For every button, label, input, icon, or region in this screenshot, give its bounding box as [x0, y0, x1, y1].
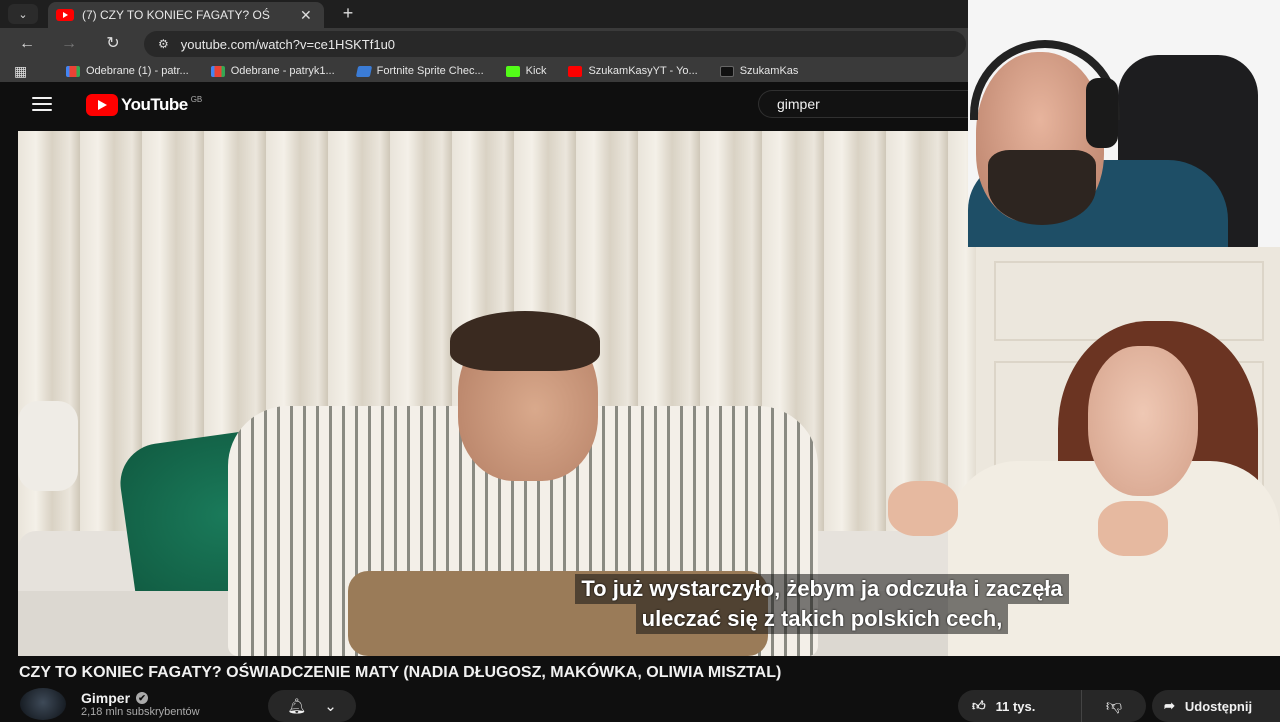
gmail-icon	[210, 65, 225, 77]
thumbs-down-icon: 👎︎	[1105, 697, 1123, 715]
youtube-icon	[568, 65, 583, 77]
video-scene-woman	[1088, 346, 1198, 496]
youtube-logo-icon	[86, 94, 118, 116]
address-bar[interactable]: ⚙ youtube.com/watch?v=ce1HSKTf1u0	[144, 31, 966, 57]
video-scene-woman	[1098, 501, 1168, 556]
bookmark-label: SzukamKas	[739, 65, 799, 77]
channel-avatar[interactable]	[20, 688, 66, 720]
share-button[interactable]: ➦ Udostępnij	[1152, 690, 1280, 722]
youtube-favicon-icon	[56, 9, 74, 21]
share-arrow-icon: ➦	[1164, 698, 1175, 713]
notification-bell-button[interactable]: 🔔︎ ⌄	[268, 690, 356, 722]
video-scene-woman	[888, 481, 958, 536]
gmail-icon	[66, 65, 80, 77]
headphones-cup	[1086, 78, 1118, 148]
browser-toolbar: ← → ↻ ⚙ youtube.com/watch?v=ce1HSKTf1u0	[0, 28, 968, 60]
thumbs-up-icon: 👍︎	[972, 698, 986, 713]
tab-search-chevron-icon[interactable]: ⌄	[8, 4, 38, 24]
tiktok-icon	[719, 65, 734, 77]
bookmarks-bar: ▦ Odebrane (1) - patr... Odebrane - patr…	[0, 60, 968, 82]
forward-arrow-icon[interactable]: →	[58, 34, 80, 56]
url-text[interactable]: youtube.com/watch?v=ce1HSKTf1u0	[181, 37, 395, 52]
youtube-logo[interactable]: YouTube GB	[86, 94, 202, 116]
bookmark-kick[interactable]: Kick	[505, 65, 547, 77]
chevron-down-icon: ⌄	[324, 698, 337, 715]
subtitle-line: uleczać się z takich polskich cech,	[635, 604, 1009, 634]
bookmark-fortnite[interactable]: Fortnite Sprite Chec...	[355, 65, 484, 77]
bookmark-gmail-2[interactable]: Odebrane - patryk1...	[210, 65, 335, 77]
close-tab-icon[interactable]: ✕	[300, 7, 312, 24]
bookmark-gmail-1[interactable]: Odebrane (1) - patr...	[66, 65, 189, 77]
youtube-header: YouTube GB gimper	[0, 82, 968, 128]
share-label: Udostępnij	[1184, 698, 1253, 714]
browser-tab-active[interactable]: (7) CZY TO KONIEC FAGATY? OŚ ✕	[48, 2, 324, 28]
bookmark-label: Fortnite Sprite Chec...	[376, 65, 484, 77]
like-count: 11 tys.	[995, 698, 1036, 714]
bookmark-label: Odebrane - patryk1...	[230, 65, 335, 77]
bookmark-szukamkasy-youtube[interactable]: SzukamKasyYT - Yo...	[568, 65, 698, 77]
back-arrow-icon[interactable]: ←	[16, 34, 38, 56]
browser-tab-bar: ⌄ (7) CZY TO KONIEC FAGATY? OŚ ✕ +	[0, 0, 968, 28]
bookmark-szukamkasy-tiktok[interactable]: SzukamKas	[719, 65, 799, 77]
channel-name: Gimper	[81, 690, 131, 706]
apps-grid-icon[interactable]: ▦	[14, 63, 32, 80]
bookmark-label: Odebrane (1) - patr...	[86, 65, 189, 77]
video-scene-man	[450, 311, 600, 371]
site-info-icon[interactable]: ⚙	[158, 37, 169, 51]
subtitle-line: To już wystarczyło, żebym ja odczuła i z…	[575, 574, 1069, 604]
like-button[interactable]: 👍︎ 11 tys.	[958, 690, 1082, 722]
kick-icon	[505, 65, 520, 77]
region-code: GB	[190, 94, 203, 104]
menu-hamburger-icon[interactable]	[32, 97, 52, 111]
youtube-logo-text: YouTube	[121, 95, 188, 114]
video-title: CZY TO KONIEC FAGATY? OŚWIADCZENIE MATY …	[19, 664, 782, 681]
bell-icon: 🔔︎	[287, 698, 307, 715]
fortnite-icon	[355, 65, 372, 77]
search-input[interactable]: gimper	[758, 90, 968, 118]
search-query[interactable]: gimper	[777, 96, 820, 112]
channel-name-link[interactable]: Gimper ✔	[81, 690, 149, 706]
webcam-beard	[988, 150, 1096, 225]
new-tab-button[interactable]: +	[338, 4, 358, 24]
like-dislike-group: 👍︎ 11 tys. 👎︎	[958, 690, 1146, 722]
bookmark-label: SzukamKasyYT - Yo...	[588, 65, 698, 77]
video-scene-pillow	[18, 401, 78, 491]
video-subtitles: To już wystarczyło, żebym ja odczuła i z…	[408, 572, 1236, 636]
reload-icon[interactable]: ↻	[102, 34, 124, 56]
tab-title: (7) CZY TO KONIEC FAGATY? OŚ	[82, 8, 270, 22]
streamer-webcam-overlay	[968, 0, 1280, 247]
bookmark-label: Kick	[525, 65, 547, 77]
dislike-button[interactable]: 👎︎	[1082, 690, 1146, 722]
verified-badge-icon: ✔	[136, 692, 149, 704]
subscriber-count: 2,18 mln subskrybentów	[81, 706, 200, 718]
